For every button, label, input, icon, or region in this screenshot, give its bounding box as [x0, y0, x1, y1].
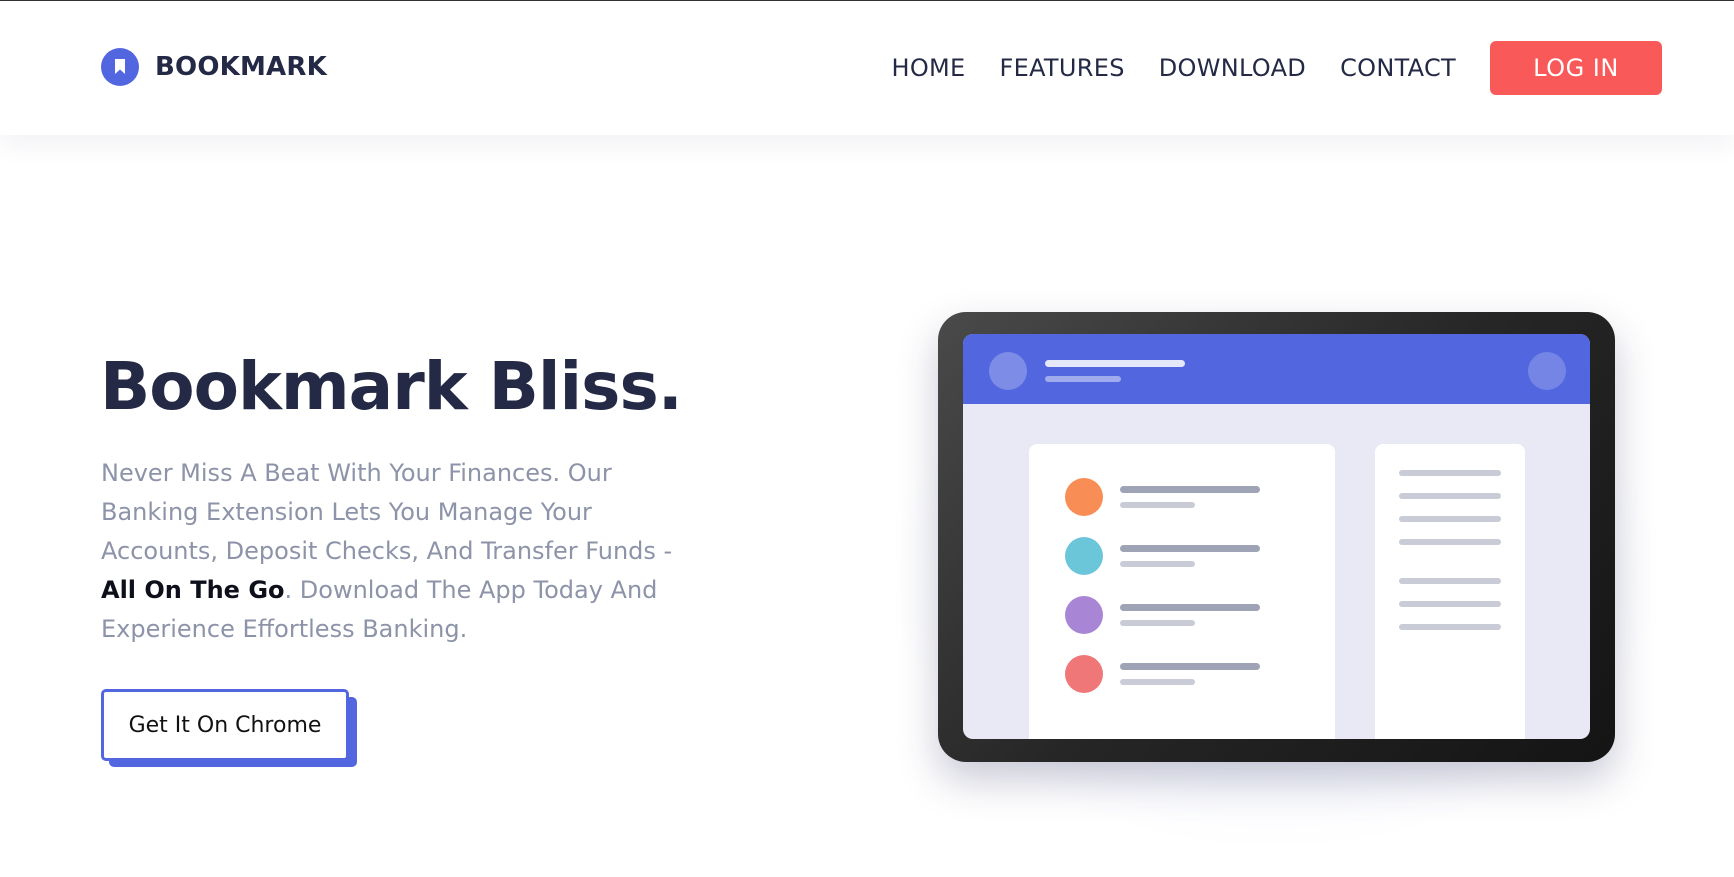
screen-header — [963, 334, 1590, 404]
list-item — [1065, 478, 1305, 518]
side-line — [1399, 624, 1501, 630]
list-subline — [1120, 561, 1195, 567]
screen-menu-circle — [1528, 352, 1566, 390]
side-line — [1399, 601, 1501, 607]
side-line — [1399, 493, 1501, 499]
screen-title-placeholder — [1045, 360, 1185, 367]
get-it-on-chrome-button[interactable]: Get It On Chrome — [101, 689, 349, 761]
nav-home-link[interactable]: HOME — [891, 54, 965, 82]
list-subline — [1120, 620, 1195, 626]
list-dot — [1065, 596, 1103, 634]
list-dot — [1065, 478, 1103, 516]
side-line — [1399, 470, 1501, 476]
list-item — [1065, 537, 1305, 577]
side-line — [1399, 539, 1501, 545]
list-dot — [1065, 655, 1103, 693]
hero-text-part-1: Never Miss A Beat With Your Finances. Ou… — [101, 459, 673, 565]
nav-features-link[interactable]: FEATURES — [1000, 54, 1125, 82]
list-line — [1120, 663, 1260, 670]
hero-text-highlight: All On The Go — [101, 576, 285, 604]
bookmark-icon — [101, 48, 139, 86]
brand-name: BOOKMARK — [155, 52, 327, 82]
cta-wrapper: Get It On Chrome — [101, 689, 357, 769]
screen-avatar — [989, 352, 1027, 390]
list-line — [1120, 604, 1260, 611]
tablet-screen — [963, 334, 1590, 739]
navbar: BOOKMARK HOME FEATURES DOWNLOAD CONTACT … — [0, 1, 1734, 135]
nav-contact-link[interactable]: CONTACT — [1340, 54, 1456, 82]
list-dot — [1065, 537, 1103, 575]
side-line — [1399, 578, 1501, 584]
screen-subtitle-placeholder — [1045, 376, 1121, 382]
login-button[interactable]: LOG IN — [1490, 41, 1662, 95]
list-line — [1120, 486, 1260, 493]
list-line — [1120, 545, 1260, 552]
list-subline — [1120, 502, 1195, 508]
nav-download-link[interactable]: DOWNLOAD — [1159, 54, 1306, 82]
hero-title: Bookmark Bliss. — [100, 348, 683, 425]
side-line — [1399, 516, 1501, 522]
list-subline — [1120, 679, 1195, 685]
hero-description: Never Miss A Beat With Your Finances. Ou… — [101, 454, 701, 649]
list-item — [1065, 596, 1305, 636]
list-item — [1065, 655, 1305, 695]
logo[interactable]: BOOKMARK — [101, 47, 327, 87]
screen-side-card — [1375, 444, 1525, 739]
screen-list-card — [1029, 444, 1335, 739]
main-nav: HOME FEATURES DOWNLOAD CONTACT LOG IN — [891, 41, 1662, 95]
